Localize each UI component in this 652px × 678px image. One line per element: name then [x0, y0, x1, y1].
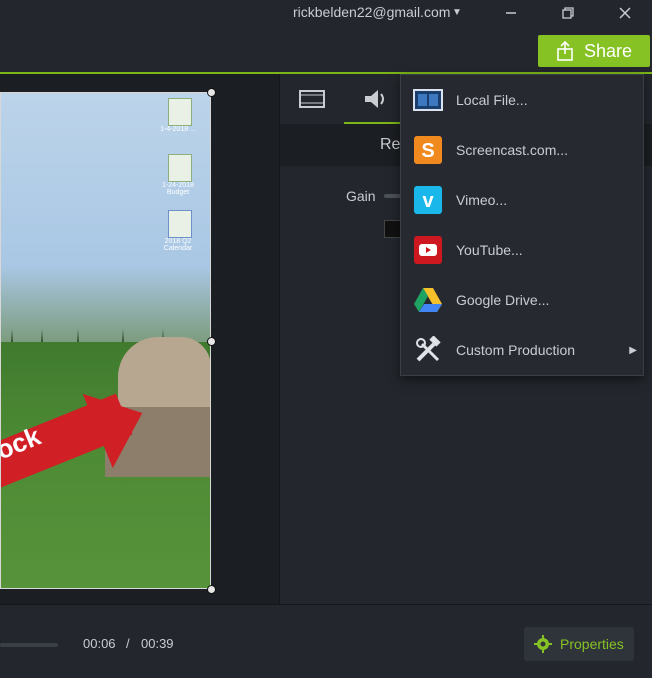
screencast-icon: S [413, 135, 443, 165]
local-file-icon [413, 85, 443, 115]
current-time: 00:06 [83, 636, 116, 651]
tab-audio[interactable] [344, 74, 408, 124]
resize-handle[interactable] [207, 585, 216, 594]
youtube-icon [413, 235, 443, 265]
speaker-icon [365, 90, 384, 108]
tab-visual[interactable] [280, 74, 344, 124]
svg-text:v: v [422, 190, 434, 212]
restore-icon [562, 7, 574, 19]
vimeo-icon: v [413, 185, 443, 215]
account-email[interactable]: rickbelden22@gmail.com [293, 4, 450, 20]
total-time: 00:39 [141, 636, 174, 651]
menu-label: Screencast.com... [456, 142, 569, 158]
menu-item-google-drive[interactable]: Google Drive... [401, 275, 643, 325]
gear-icon [534, 635, 552, 653]
menu-label: Local File... [456, 92, 528, 108]
menu-label: Vimeo... [456, 192, 508, 208]
menu-item-custom-production[interactable]: Custom Production ▶ [401, 325, 643, 375]
share-upload-icon [557, 41, 573, 61]
film-icon [299, 90, 325, 108]
share-label: Share [583, 40, 633, 61]
svg-text:S: S [421, 140, 434, 162]
menu-item-youtube[interactable]: YouTube... [401, 225, 643, 275]
menu-item-screencast[interactable]: S Screencast.com... [401, 125, 643, 175]
tools-icon [413, 335, 443, 365]
google-drive-icon [413, 285, 443, 315]
menu-label: Custom Production [456, 342, 576, 358]
close-icon [619, 7, 631, 19]
playback-bar: 00:06 / 00:39 Properties [0, 604, 652, 678]
restore-button[interactable] [555, 2, 581, 24]
resize-handle[interactable] [207, 88, 216, 97]
account-dropdown-icon[interactable]: ▼ [452, 7, 462, 18]
minimize-icon [506, 12, 516, 14]
time-separator: / [126, 636, 130, 651]
properties-label: Properties [560, 636, 624, 652]
resize-handle[interactable] [207, 337, 216, 346]
menu-item-vimeo[interactable]: v Vimeo... [401, 175, 643, 225]
selection-frame [0, 92, 211, 589]
section-title: Re [380, 136, 401, 153]
submenu-arrow-icon: ▶ [629, 344, 637, 356]
menu-label: YouTube... [456, 242, 523, 258]
close-button[interactable] [612, 2, 638, 24]
share-button[interactable]: Share [538, 35, 650, 67]
menu-label: Google Drive... [456, 292, 550, 308]
scrub-track[interactable] [0, 643, 58, 647]
properties-button[interactable]: Properties [524, 627, 634, 661]
gain-label: Gain [346, 188, 376, 204]
menu-item-local-file[interactable]: Local File... [401, 75, 643, 125]
share-dropdown-menu: Local File... S Screencast.com... v Vime… [400, 74, 644, 376]
minimize-button[interactable] [498, 2, 524, 24]
